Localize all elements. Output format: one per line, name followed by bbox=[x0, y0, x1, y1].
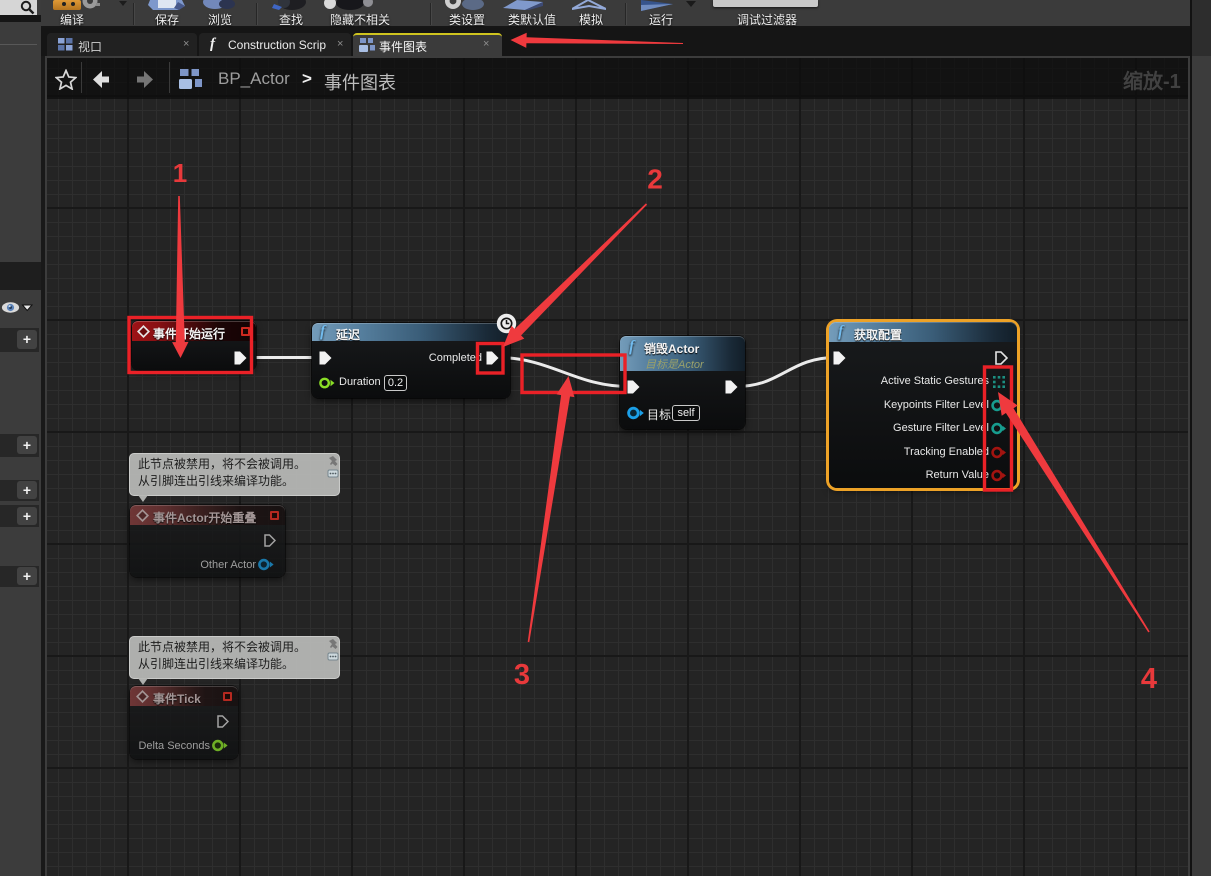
svg-text:2: 2 bbox=[647, 164, 663, 195]
svg-text:3: 3 bbox=[514, 659, 530, 691]
svg-text:4: 4 bbox=[1141, 663, 1157, 695]
svg-text:1: 1 bbox=[173, 158, 187, 188]
